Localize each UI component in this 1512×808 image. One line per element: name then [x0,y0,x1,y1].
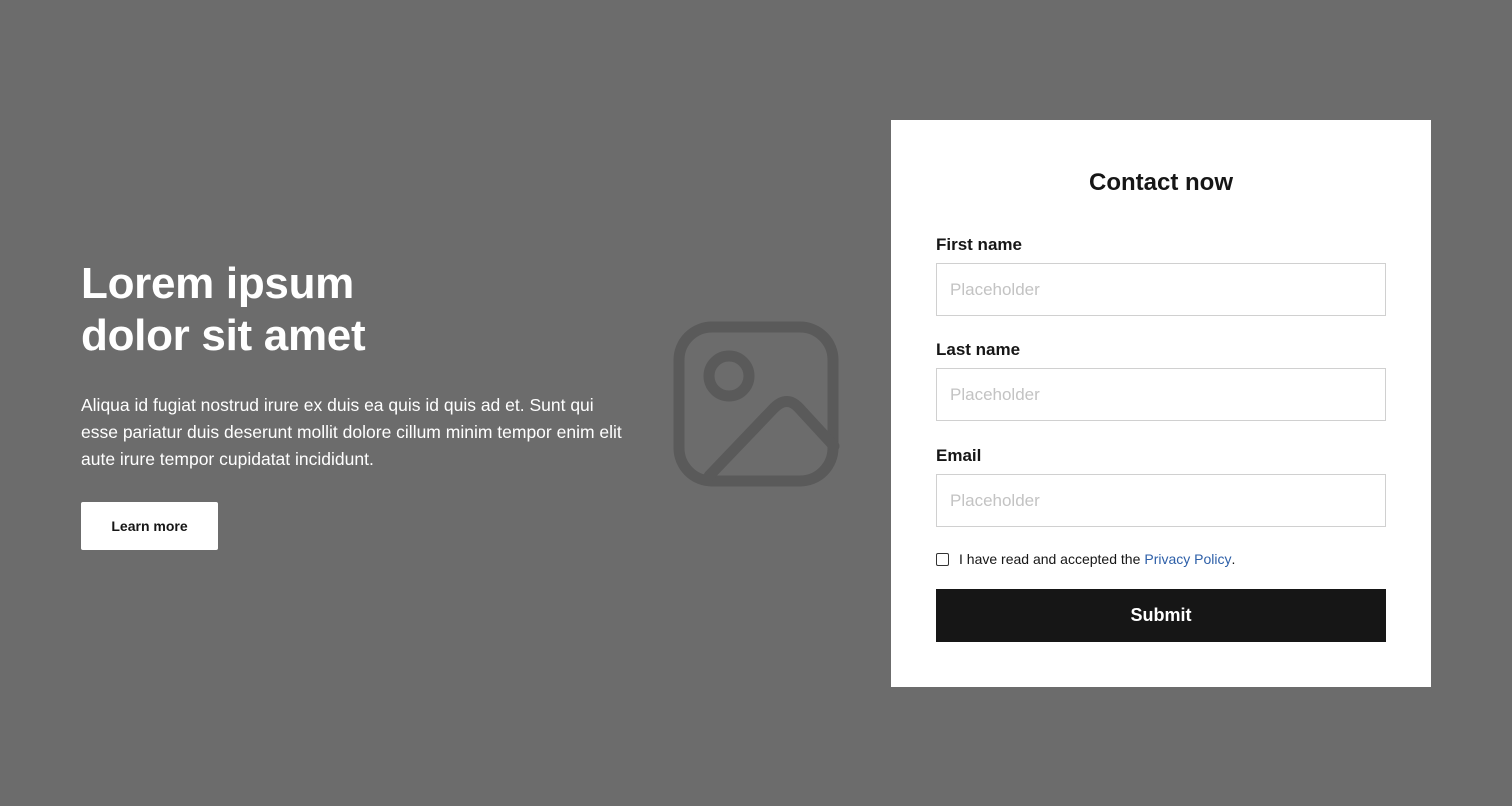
privacy-checkbox[interactable] [936,552,949,566]
privacy-policy-link[interactable]: Privacy Policy [1144,551,1231,567]
last-name-input[interactable] [936,368,1386,421]
privacy-consent-text: I have read and accepted the [959,551,1141,567]
hero-description: Aliqua id fugiat nostrud irure ex duis e… [81,395,622,469]
learn-more-button[interactable]: Learn more [81,502,218,550]
hero-headline: Lorem ipsum dolor sit amet [81,259,366,360]
contact-title: Contact now [1089,169,1233,196]
email-input[interactable] [936,474,1386,527]
first-name-input[interactable] [936,263,1386,316]
first-name-label: First name [936,235,1022,254]
submit-button[interactable]: Submit [936,589,1386,642]
contact-form-card: Contact now First name Last name Email I… [891,120,1431,687]
privacy-suffix: . [1231,551,1236,567]
hero-section: Lorem ipsum dolor sit amet Aliqua id fug… [0,0,1512,808]
privacy-consent-row: I have read and accepted the Privacy Pol… [936,550,1235,568]
email-label: Email [936,446,982,465]
last-name-label: Last name [936,340,1021,359]
image-placeholder-icon [668,316,844,492]
